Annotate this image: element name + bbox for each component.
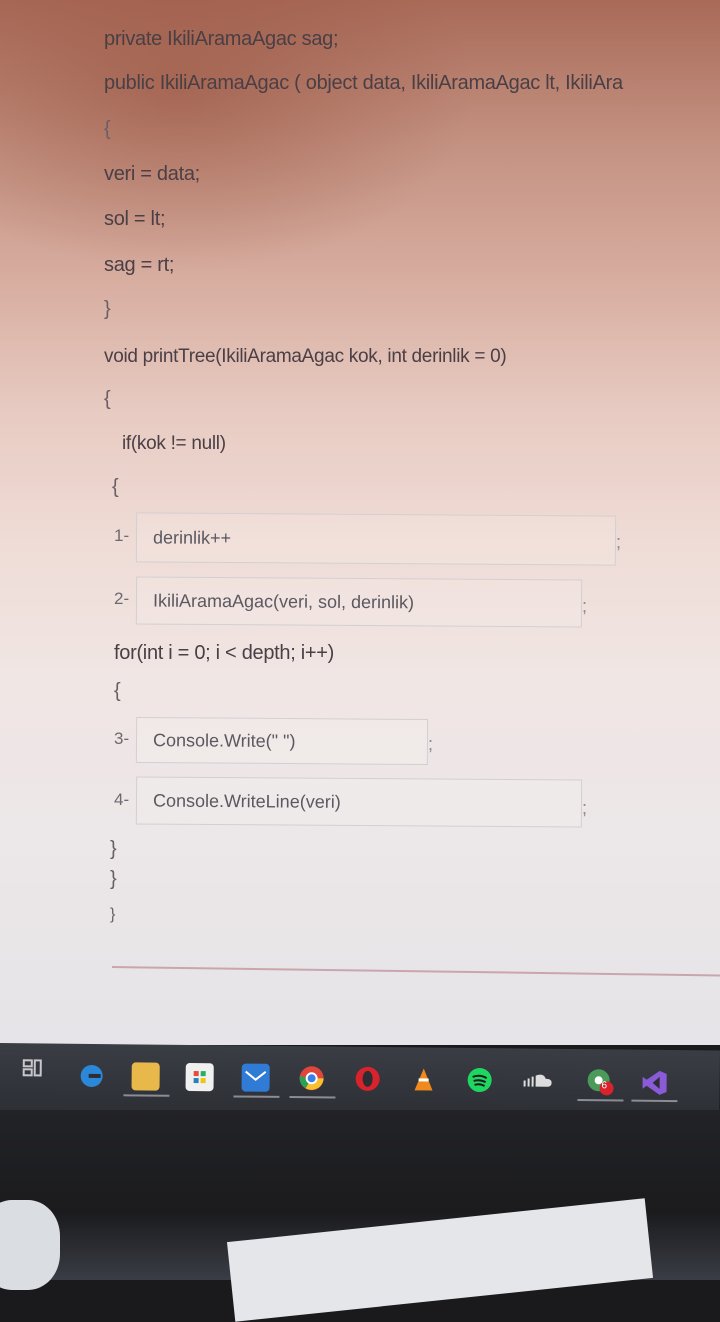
soundcloud-icon[interactable] [521, 1066, 552, 1094]
code-brace-open: { [104, 118, 111, 140]
chrome-icon[interactable] [298, 1064, 326, 1092]
code-brace-close-4: } [110, 906, 116, 923]
blank-1-label: 1- [114, 526, 130, 545]
file-explorer-icon[interactable] [131, 1062, 160, 1091]
code-brace-close-3: } [110, 868, 117, 890]
foreground-object [0, 1200, 60, 1290]
chrome-active-line [289, 1096, 336, 1099]
vs-active-line [631, 1099, 678, 1103]
blank-4-input[interactable]: Console.WriteLine(veri) [135, 776, 583, 828]
code-brace-close: } [104, 298, 111, 320]
blank-1-input[interactable]: derinlik++ [135, 512, 617, 566]
explorer-active-line [123, 1094, 170, 1097]
blank-2-label: 2- [114, 589, 130, 608]
edge-icon[interactable] [78, 1062, 106, 1090]
code-line-printtree: void printTree(IkiliAramaAgac kok, int d… [104, 346, 507, 367]
code-brace-open-2: { [104, 388, 111, 410]
code-brace-open-4: { [114, 680, 121, 702]
blank-1-answer: derinlik++ [152, 526, 232, 548]
code-brace-open-3: { [112, 476, 119, 498]
profile-active-line [577, 1099, 624, 1102]
mail-icon[interactable] [241, 1063, 270, 1092]
code-line-if: if(kok != null) [122, 433, 226, 454]
blank-2-answer: IkiliAramaAgac(veri, sol, derinlik) [152, 590, 415, 612]
desk-background [0, 1110, 720, 1322]
blank-3-label: 3- [114, 729, 130, 748]
code-line-constructor: public IkiliAramaAgac ( object data, Iki… [104, 72, 623, 94]
spotify-icon[interactable] [465, 1066, 493, 1094]
visual-studio-icon[interactable] [639, 1068, 667, 1096]
notification-badge: 6 [601, 1080, 608, 1092]
task-view-icon[interactable] [22, 1057, 44, 1079]
mail-active-line [233, 1095, 280, 1098]
blank-2-semicolon: ; [582, 596, 588, 616]
code-line-sag: sag = rt; [104, 254, 175, 276]
screen: private IkiliAramaAgac sag; public Ikili… [0, 0, 720, 1045]
blank-4-label: 4- [114, 790, 130, 809]
code-brace-close-2: } [110, 838, 117, 860]
foreground-paper [226, 1198, 654, 1322]
blank-2-input[interactable]: IkiliAramaAgac(veri, sol, derinlik) [135, 576, 583, 628]
blank-3-input[interactable]: Console.Write(" ") [135, 716, 429, 766]
blank-4-answer: Console.WriteLine(veri) [152, 790, 341, 812]
blank-1-semicolon: ; [616, 532, 622, 552]
blank-3-answer: Console.Write(" ") [152, 729, 296, 751]
code-line-veri: veri = data; [104, 163, 200, 185]
blank-3-semicolon: ; [428, 734, 434, 754]
store-icon[interactable] [185, 1062, 214, 1092]
blank-4-semicolon: ; [582, 798, 588, 818]
vlc-icon[interactable] [409, 1065, 437, 1093]
code-line-private: private IkiliAramaAgac sag; [104, 28, 339, 50]
opera-icon[interactable] [353, 1065, 381, 1093]
divider [111, 966, 720, 977]
chrome-profile-icon[interactable]: 6 [585, 1067, 614, 1096]
code-line-sol: sol = lt; [104, 208, 166, 230]
code-line-for: for(int i = 0; i < depth; i++) [114, 642, 335, 664]
